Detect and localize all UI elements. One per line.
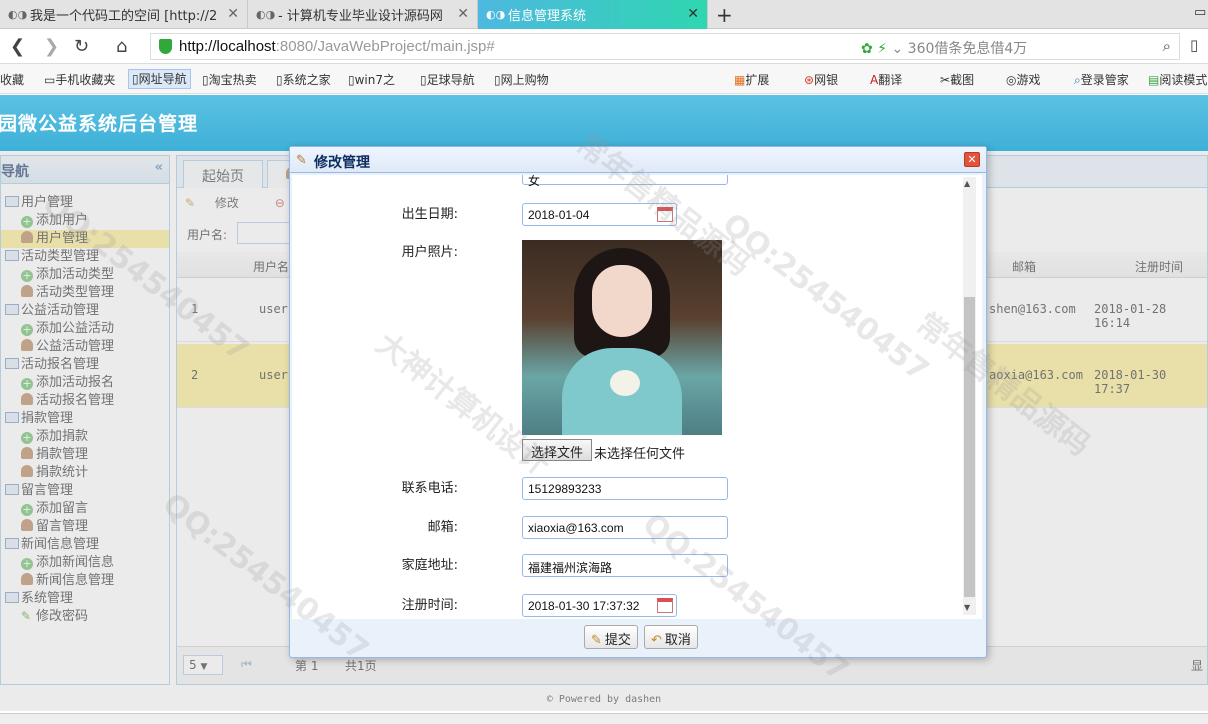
dialog-title: 修改管理 [314,155,370,171]
browser-tab-bar: ◐◑ 我是一个代码工的空间 [http://2 ✕ ◐◑ - 计算机专业毕业设计… [0,0,1208,29]
bookmark-item[interactable]: ▯足球导航 [420,71,475,88]
regtime-field[interactable]: 2018-01-30 17:37:32 [522,594,677,617]
file-status: 未选择任何文件 [594,447,686,462]
calendar-icon[interactable] [657,598,673,613]
user-photo [522,240,722,435]
new-tab-button[interactable]: + [716,3,733,27]
search-hint[interactable]: ✿ ⚡ ⌄ 360借条免息借4万 [861,38,1027,58]
gender-field[interactable]: 女 [522,175,728,188]
search-icon[interactable]: ⌕ [1163,37,1171,55]
cancel-button[interactable]: ↶ 取消 [644,625,698,649]
birth-label: 出生日期: [401,207,458,222]
bookmark-item[interactable]: ⌕登录管家 [1074,71,1129,88]
bookmark-item[interactable]: A翻译 [870,71,902,88]
translate-icon: A [870,73,879,87]
scissors-icon: ✂ [940,73,951,87]
reload-icon[interactable]: ↻ [74,36,89,57]
dropdown-icon[interactable]: ⌄ [891,41,903,57]
dialog-footer: ✎ 提交 ↶ 取消 [290,621,986,657]
tab-favicon-icon: ◐◑ [8,7,28,21]
edit-dialog: ✎ 修改管理 ✕ 女 出生日期: 2018-01-04 用户照片: 选择文件 未… [289,146,987,658]
extension-icon: ▦ [734,73,746,87]
dialog-titlebar: ✎ 修改管理 ✕ [290,147,986,173]
close-icon[interactable]: ✕ [687,6,699,22]
app-title: 园微公益系统后台管理 [0,113,199,135]
scroll-down-icon[interactable]: ▼ [964,603,970,612]
page-icon: ▯ [276,73,283,87]
bookmark-item[interactable]: ▯网上购物 [494,71,549,88]
bookmark-item[interactable]: ▭手机收藏夹 [44,71,115,88]
app-header: 园微公益系统后台管理 [0,95,1208,151]
bookmark-item[interactable]: ⊛网银 [804,71,838,88]
bookmark-item[interactable]: ▤阅读模式 [1148,71,1207,88]
book-icon: ▤ [1148,73,1160,87]
url-text: http://localhost:8080/JavaWebProject/mai… [179,38,495,55]
dialog-body: 女 出生日期: 2018-01-04 用户照片: 选择文件 未选择任何文件 联系… [292,175,982,619]
browser-tab-1[interactable]: ◐◑ 我是一个代码工的空间 [http://2 ✕ [0,0,248,29]
status-bar [0,713,1208,724]
scroll-up-icon[interactable]: ▲ [964,179,970,188]
dialog-scrollbar[interactable]: ▲ ▼ [963,177,976,615]
browser-tab-3[interactable]: ◐◑ 信息管理系统 ✕ [478,0,708,29]
page-icon: ▯ [348,73,355,87]
lightning-icon: ⚡ [877,41,888,57]
page-icon: ▯ [202,73,209,87]
tab-favicon-icon: ◐◑ [486,7,506,21]
bookmarks-bar: 收藏 ▭手机收藏夹 ▯网址导航 ▯淘宝热卖 ▯系统之家 ▯win7之 ▯足球导航… [0,64,1208,94]
tab-title: 我是一个代码工的空间 [http://2 [30,9,218,24]
edit-icon: ✎ [296,153,307,168]
back-icon[interactable]: ❮ [10,36,25,57]
choose-file-button[interactable]: 选择文件 [522,439,593,461]
email-field[interactable]: xiaoxia@163.com [522,516,728,539]
browser-tab-2[interactable]: ◐◑ - 计算机专业毕业设计源码网 ✕ [248,0,478,29]
bookmark-item[interactable]: ◎游戏 [1006,71,1041,88]
email-label: 邮箱: [427,520,458,535]
address-bar: ❮ ❯ ↻ ⌂ http://localhost:8080/JavaWebPro… [0,29,1208,64]
edit-icon: ✎ [591,633,602,648]
bank-icon: ⊛ [804,73,815,87]
photo-label: 用户照片: [401,245,458,260]
bookmark-item[interactable]: ▦扩展 [734,71,769,88]
security-shield-icon [159,39,172,54]
game-icon: ◎ [1006,73,1017,87]
bookmark-item[interactable]: 收藏 [0,71,24,88]
phone-icon[interactable]: ▯ [1190,36,1198,54]
url-input[interactable]: http://localhost:8080/JavaWebProject/mai… [150,33,1180,60]
home-icon[interactable]: ⌂ [116,36,127,57]
window-menu-icon[interactable]: ▭ [1194,5,1206,20]
forward-icon[interactable]: ❯ [44,36,59,57]
scroll-thumb[interactable] [964,297,975,597]
bookmark-item[interactable]: ▯win7之 [348,71,395,88]
calendar-icon[interactable] [657,207,673,222]
address-field[interactable]: 福建福州滨海路 [522,554,728,577]
undo-icon: ↶ [651,633,662,648]
tab-title: - 计算机专业毕业设计源码网 [278,9,443,24]
address-label: 家庭地址: [401,558,458,573]
close-icon[interactable]: ✕ [457,6,469,22]
tab-favicon-icon: ◐◑ [256,7,276,21]
submit-button[interactable]: ✎ 提交 [584,625,638,649]
bookmark-item[interactable]: ✂截图 [940,71,974,88]
refresh-green-icon: ✿ [861,41,873,57]
search-icon: ⌕ [1074,73,1081,87]
close-icon[interactable]: ✕ [964,152,980,167]
bookmark-item[interactable]: ▯网址导航 [128,69,191,89]
folder-icon: ▭ [44,73,56,87]
birth-date-field[interactable]: 2018-01-04 [522,203,677,226]
page-icon: ▯ [132,72,139,86]
close-icon[interactable]: ✕ [227,6,239,22]
bookmark-item[interactable]: ▯淘宝热卖 [202,71,257,88]
page-icon: ▯ [494,73,501,87]
phone-label: 联系电话: [401,481,458,496]
phone-field[interactable]: 15129893233 [522,477,728,500]
tab-title: 信息管理系统 [508,9,587,24]
bookmark-item[interactable]: ▯系统之家 [276,71,331,88]
page-icon: ▯ [420,73,427,87]
regtime-label: 注册时间: [401,598,458,613]
